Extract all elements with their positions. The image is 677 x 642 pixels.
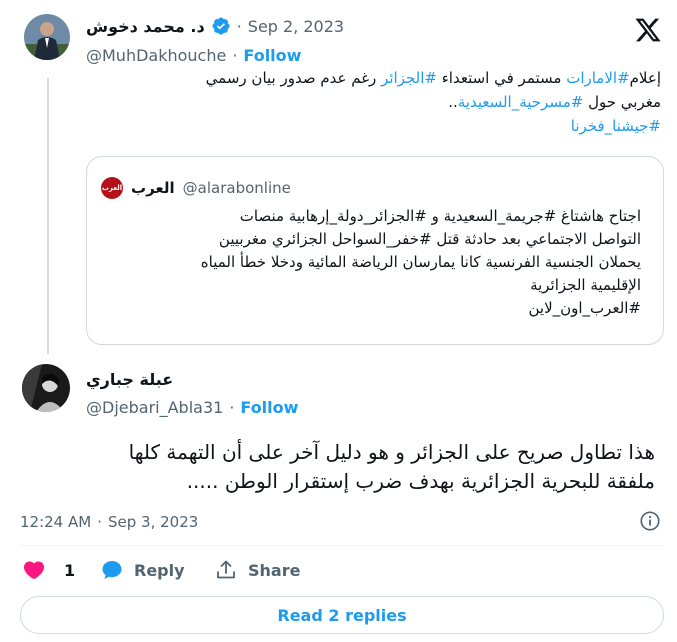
info-icon[interactable]: [639, 510, 661, 532]
quote-avatar: العرب: [101, 177, 123, 199]
reply-icon: [100, 558, 124, 582]
thread-line: [47, 78, 49, 354]
quote-line: التواصل الاجتماعي بعد حادثة قتل #خفر_الس…: [218, 230, 641, 248]
tweet-text-line-1: إعلام#الامارات مستمر في استعداء #الجزائر…: [101, 66, 661, 90]
quote-line: اجتاح هاشتاغ #جريمة_السعيدية و #الجزائر_…: [239, 207, 641, 225]
dot-separator: ·: [232, 45, 238, 65]
hashtag-link[interactable]: #الامارات: [566, 69, 629, 87]
reply-date[interactable]: Sep 3, 2023: [108, 513, 198, 531]
reply-avatar-image: [22, 364, 70, 412]
read-replies-label: Read 2 replies: [277, 605, 407, 625]
quote-author-handle: @alarabonline: [182, 179, 291, 197]
x-logo-icon[interactable]: [634, 16, 662, 44]
author-avatar-image: [24, 14, 70, 60]
tweet-text-line-2: مغربي حول #مسرحية_السعيدية..: [101, 90, 661, 114]
quote-line: #العرب_اون_لاين: [528, 299, 641, 317]
text-fragment: مغربي حول: [583, 93, 661, 111]
author-name[interactable]: د. محمد دخوش: [86, 17, 205, 36]
reply-label: Reply: [134, 560, 185, 580]
share-icon: [214, 558, 238, 582]
quote-logo-text: العرب: [101, 184, 123, 192]
dot-separator: ·: [229, 397, 235, 417]
like-button[interactable]: 1: [22, 558, 75, 582]
share-button[interactable]: Share: [214, 558, 300, 582]
tweet-text: إعلام#الامارات مستمر في استعداء #الجزائر…: [101, 66, 661, 138]
share-label: Share: [248, 560, 301, 580]
hashtag-link[interactable]: #مسرحية_السعيدية: [458, 93, 584, 111]
tweet-text-line-3: #جيشنا_فخرنا: [101, 114, 661, 138]
dot-separator: ·: [97, 513, 102, 531]
quote-line: الإقليمية الجزائرية: [530, 276, 641, 294]
reply-button[interactable]: Reply: [100, 558, 185, 582]
reply-text-line-1: هذا تطاول صريح على الجزائر و هو دليل آخر…: [128, 440, 655, 464]
quote-author-name: العرب: [131, 179, 175, 197]
quote-line: يحملان الجنسية الفرنسية كانا يمارسان الر…: [200, 253, 641, 271]
quote-text: اجتاح هاشتاغ #جريمة_السعيدية و #الجزائر_…: [111, 205, 641, 320]
dot-separator: ·: [236, 16, 242, 36]
reply-follow-button[interactable]: Follow: [240, 398, 298, 417]
reply-text-line-2: ملفقة للبحرية الجزائرية بهدف ضرب إستقرار…: [186, 469, 655, 493]
reply-avatar[interactable]: [22, 364, 70, 412]
tweet-timestamp[interactable]: Sep 2, 2023: [248, 17, 344, 36]
author-handle[interactable]: @MuhDakhouche: [86, 46, 226, 65]
hashtag-link[interactable]: #الجزائر: [381, 69, 437, 87]
author-avatar[interactable]: [24, 14, 70, 60]
text-fragment: إعلام: [629, 69, 661, 87]
follow-button[interactable]: Follow: [243, 46, 301, 65]
like-count: 1: [64, 560, 76, 580]
divider: [20, 545, 664, 546]
text-fragment: ..: [448, 93, 458, 111]
verified-badge-icon: [211, 16, 231, 36]
heart-icon: [22, 558, 46, 582]
read-replies-button[interactable]: Read 2 replies: [20, 596, 664, 634]
reply-author-handle[interactable]: @Djebari_Abla31: [86, 398, 223, 417]
text-fragment: رغم عدم صدور بيان رسمي: [205, 69, 382, 87]
reply-text: هذا تطاول صريح على الجزائر و هو دليل آخر…: [15, 438, 655, 496]
quoted-tweet-card[interactable]: العرب العرب @alarabonline اجتاح هاشتاغ #…: [86, 156, 664, 345]
text-fragment: مستمر في استعداء: [436, 69, 567, 87]
reply-time[interactable]: 12:24 AM: [20, 513, 91, 531]
hashtag-link[interactable]: #جيشنا_فخرنا: [571, 117, 661, 135]
reply-author-name[interactable]: عبلة جباري: [86, 370, 173, 389]
